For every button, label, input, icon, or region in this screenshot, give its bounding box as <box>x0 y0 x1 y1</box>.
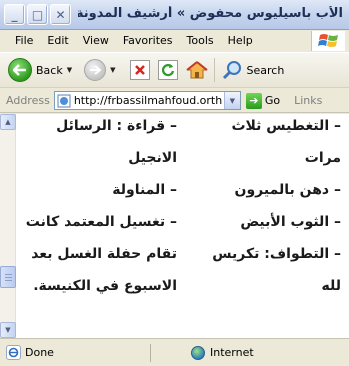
status-text: Done <box>25 346 54 359</box>
vertical-scrollbar[interactable]: ▲ ▼ <box>0 114 16 338</box>
menu-bar: File Edit View Favorites Tools Help <box>0 30 349 50</box>
article-line: تقام حفلة الغسل بعد <box>31 246 177 262</box>
back-label: Back <box>36 63 63 77</box>
address-bar: Address http://frbassilmahfoud.orthod ▼ … <box>0 89 349 113</box>
article-line: لله <box>321 278 341 294</box>
page-status-icon <box>6 345 21 360</box>
zone-label: Internet <box>210 346 254 359</box>
internet-globe-icon <box>191 345 205 360</box>
menu-tools[interactable]: Tools <box>180 34 221 47</box>
menu-file[interactable]: File <box>8 34 40 47</box>
address-dropdown-icon[interactable]: ▼ <box>223 92 240 109</box>
stop-icon <box>129 60 150 80</box>
article-column-left: – قراءة : الرسائل الانجيل – المناولة – ت… <box>25 114 177 302</box>
scroll-down-button[interactable]: ▼ <box>0 322 16 338</box>
scroll-grip <box>5 274 12 275</box>
article-column-right: – التغطيس ثلاث مرات – دهن بالميرون – الث… <box>191 114 341 302</box>
article-line: الانجيل <box>128 150 177 166</box>
address-label: Address <box>6 94 50 107</box>
refresh-icon <box>157 60 178 80</box>
article-line: الاسبوع في الكنيسة. <box>33 278 177 294</box>
toolbar: Back ▼ ▼ Search <box>0 52 349 88</box>
go-arrow-icon[interactable]: ➔ <box>245 92 262 109</box>
menu-help[interactable]: Help <box>221 34 260 47</box>
article-line: – التغطيس ثلاث <box>231 118 341 134</box>
menu-view[interactable]: View <box>76 34 116 47</box>
menu-edit[interactable]: Edit <box>40 34 75 47</box>
security-zone[interactable]: Internet <box>191 345 254 360</box>
back-button[interactable]: Back ▼ <box>8 58 72 82</box>
article-line: مرات <box>304 150 341 166</box>
maximize-button[interactable]: □ <box>27 4 48 25</box>
maximize-icon: □ <box>31 7 44 22</box>
article-line: – قراءة : الرسائل <box>56 118 177 134</box>
minimize-button[interactable]: _ <box>4 4 25 25</box>
search-icon <box>222 61 241 80</box>
article-line: – المناولة <box>112 182 177 198</box>
scroll-up-button[interactable]: ▲ <box>0 114 16 130</box>
menu-favorites[interactable]: Favorites <box>116 34 180 47</box>
close-button[interactable]: ✕ <box>50 4 71 25</box>
title-bar: _ □ ✕ الأب باسيليوس محفوض » أرشيف المدون… <box>0 0 349 30</box>
status-bar: Done Internet <box>0 338 349 366</box>
close-icon: ✕ <box>55 7 66 22</box>
links-button[interactable]: Links <box>294 94 322 107</box>
go-button[interactable]: Go <box>265 94 280 107</box>
page-content: ▲ ▼ – التغطيس ثلاث مرات – دهن بالميرون –… <box>0 114 349 338</box>
article-line: – دهن بالميرون <box>234 182 341 198</box>
article-line: – التطواف: تكريس <box>212 246 341 262</box>
forward-arrow-icon <box>84 59 107 81</box>
forward-button[interactable]: ▼ <box>84 59 116 81</box>
stop-button[interactable] <box>129 60 150 80</box>
status-separator <box>150 343 151 362</box>
back-dropdown-icon[interactable]: ▼ <box>67 66 72 74</box>
toolbar-separator <box>213 58 215 82</box>
minimize-icon: _ <box>11 7 18 22</box>
scroll-grip <box>5 277 12 278</box>
home-button[interactable] <box>185 60 208 80</box>
back-arrow-icon <box>8 58 32 82</box>
status-section: Done <box>0 345 150 360</box>
window-title: الأب باسيليوس محفوض » أرشيف المدونة ... <box>78 6 343 21</box>
refresh-button[interactable] <box>157 60 178 80</box>
windows-logo-icon <box>311 31 345 51</box>
scroll-grip <box>5 280 12 281</box>
home-icon <box>185 61 208 79</box>
scroll-thumb[interactable] <box>0 266 16 288</box>
address-url: http://frbassilmahfoud.orthod <box>73 94 222 107</box>
forward-dropdown-icon[interactable]: ▼ <box>110 66 115 74</box>
search-label: Search <box>246 63 285 77</box>
search-button[interactable]: Search <box>221 59 285 81</box>
article-line: – تغسيل المعتمد كانت <box>25 214 177 230</box>
article-line: – الثوب الأبيض <box>240 214 341 230</box>
window-controls: _ □ ✕ <box>4 4 71 25</box>
address-input[interactable]: http://frbassilmahfoud.orthod ▼ <box>53 91 241 110</box>
page-icon <box>57 94 71 107</box>
